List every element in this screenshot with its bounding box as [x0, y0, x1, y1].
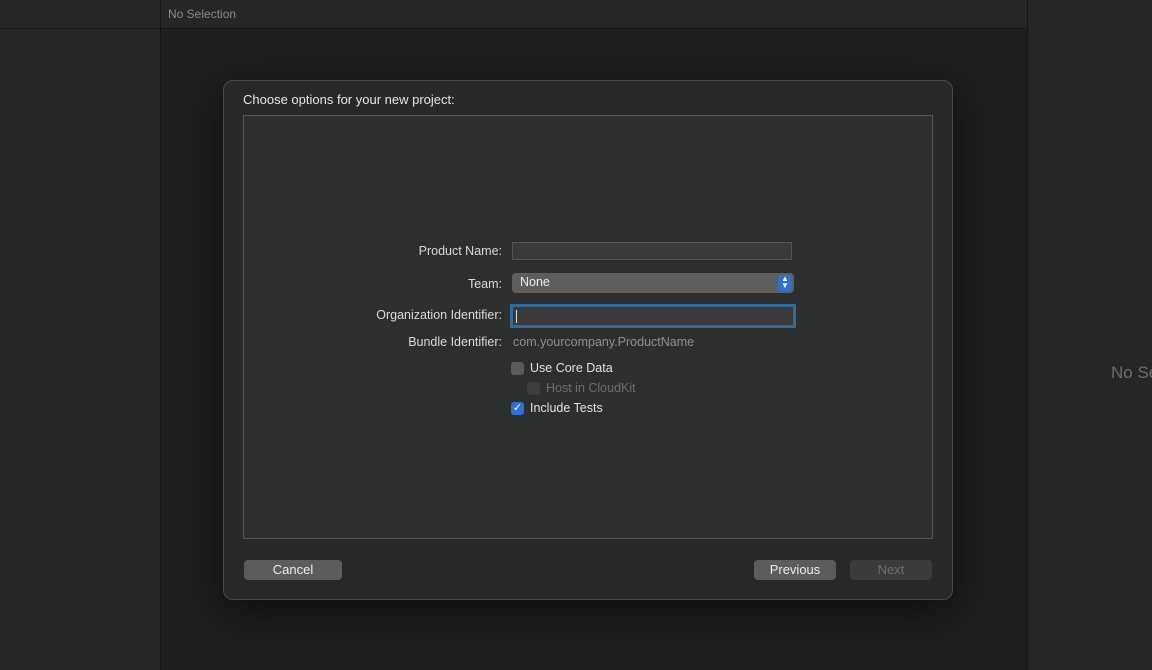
team-popup-value: None: [520, 275, 550, 289]
inspector-empty-label: No Se: [1111, 363, 1152, 382]
options-form-panel: Product Name: Team: None ▲ ▼ Organization…: [243, 115, 933, 539]
use-core-data-checkbox[interactable]: [511, 362, 524, 375]
host-in-cloudkit-label: Host in CloudKit: [546, 381, 636, 395]
use-core-data-label: Use Core Data: [530, 361, 613, 375]
next-button[interactable]: Next: [850, 560, 932, 580]
bundle-identifier-value: com.yourcompany.ProductName: [513, 335, 695, 349]
include-tests-label: Include Tests: [530, 401, 603, 415]
chevron-up-down-icon: ▲ ▼: [778, 275, 792, 291]
new-project-options-dialog: Choose options for your new project: Pro…: [223, 80, 953, 600]
editor-header-label: No Selection: [168, 7, 237, 21]
navigator-pane: [0, 0, 161, 670]
bundle-identifier-label: Bundle Identifier:: [408, 335, 502, 349]
text-caret: [516, 310, 517, 323]
inspector-pane: No Se: [1027, 0, 1152, 670]
cancel-button[interactable]: Cancel: [244, 560, 342, 580]
dialog-title: Choose options for your new project:: [243, 92, 455, 107]
checkmark-icon: ✓: [512, 402, 523, 414]
organization-identifier-label: Organization Identifier:: [376, 308, 502, 322]
team-popup-button[interactable]: None ▲ ▼: [512, 273, 794, 293]
team-label: Team:: [467, 277, 502, 291]
organization-identifier-field[interactable]: [510, 304, 796, 328]
previous-button[interactable]: Previous: [754, 560, 836, 580]
product-name-field[interactable]: [512, 242, 792, 260]
navigator-divider: [0, 28, 160, 29]
product-name-label: Product Name:: [418, 244, 502, 258]
editor-header: No Selection: [161, 0, 1027, 29]
host-in-cloudkit-checkbox: [527, 382, 540, 395]
include-tests-checkbox[interactable]: ✓: [511, 402, 524, 415]
